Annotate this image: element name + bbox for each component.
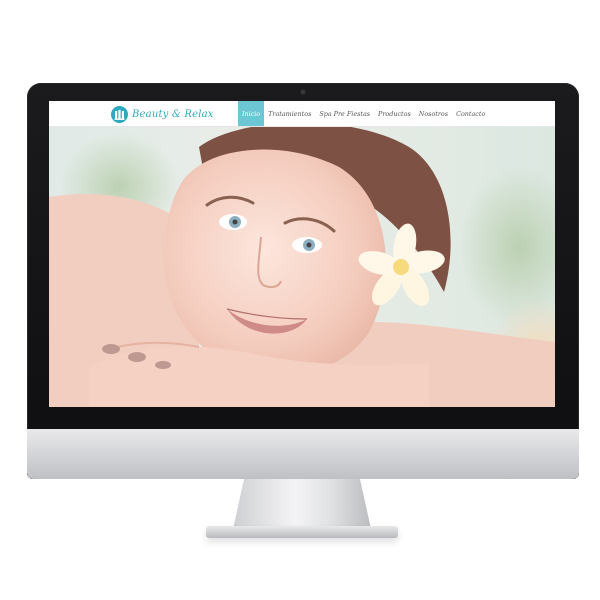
monitor: Beauty & Relax Inicio Tratamientos Spa P…: [27, 83, 579, 479]
site-logo[interactable]: Beauty & Relax: [111, 104, 214, 124]
monitor-chin: [27, 429, 579, 479]
nav-item-nosotros[interactable]: Nosotros: [415, 101, 452, 126]
nav-item-inicio[interactable]: Inicio: [238, 101, 265, 126]
hero-image: [49, 127, 555, 407]
scene: Beauty & Relax Inicio Tratamientos Spa P…: [0, 0, 600, 600]
logo-text: Beauty & Relax: [132, 108, 214, 120]
monitor-stand-base: [206, 526, 398, 538]
nav-item-tratamientos[interactable]: Tratamientos: [264, 101, 315, 126]
camera-icon: [300, 89, 306, 95]
monitor-stand-neck: [233, 479, 371, 529]
nav-item-contacto[interactable]: Contacto: [452, 101, 489, 126]
nav-item-productos[interactable]: Productos: [374, 101, 415, 126]
spa-logo-icon: [111, 105, 128, 123]
screen: Beauty & Relax Inicio Tratamientos Spa P…: [49, 101, 555, 407]
nav-item-spa-pre-fiestas[interactable]: Spa Pre Fiestas: [315, 101, 374, 126]
hero-illustration: [49, 127, 555, 407]
nav-menu: Inicio Tratamientos Spa Pre Fiestas Prod…: [238, 101, 489, 126]
site-navbar: Beauty & Relax Inicio Tratamientos Spa P…: [49, 101, 555, 127]
